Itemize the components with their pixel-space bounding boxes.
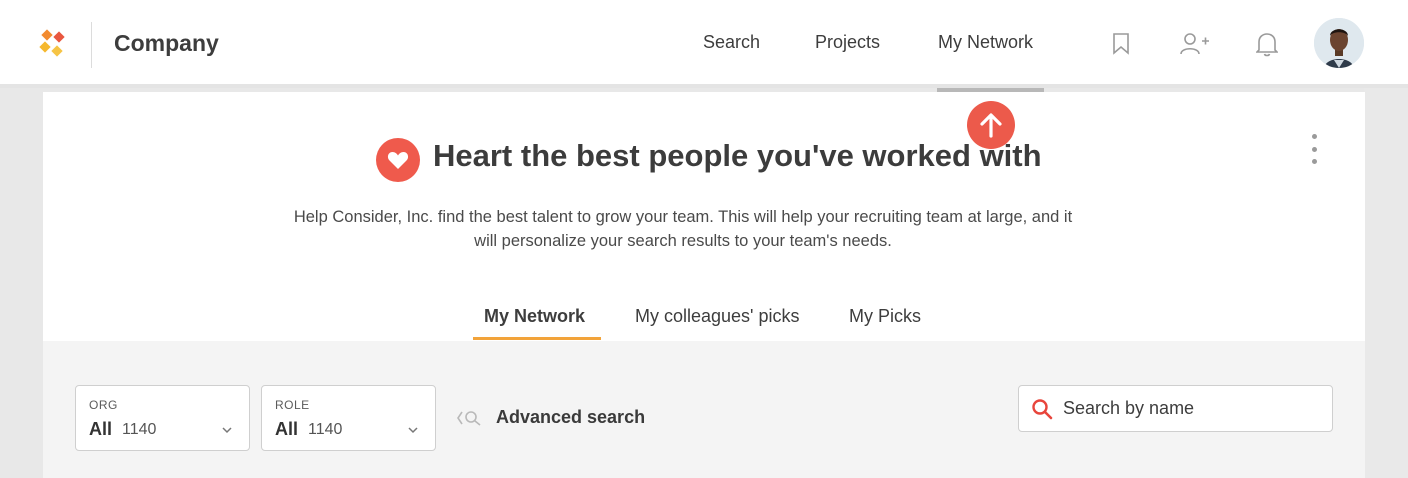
nav-projects[interactable]: Projects [815,32,880,53]
role-select-label: ROLE [275,398,310,412]
search-input[interactable] [1063,398,1313,419]
org-select-label: ORG [89,398,118,412]
advanced-search-label: Advanced search [496,407,646,427]
company-logo[interactable] [38,28,70,60]
advanced-search-toggle[interactable]: Advanced search [456,407,645,428]
tab-my-picks[interactable]: My Picks [849,306,921,327]
org-select[interactable]: ORG All 1140 [75,385,250,451]
role-select[interactable]: ROLE All 1140 [261,385,436,451]
network-card: Heart the best people you've worked with… [43,92,1365,341]
search-icon [1032,398,1053,419]
advanced-search-icon [457,410,481,426]
org-select-count: 1140 [122,421,157,438]
arrow-up-icon [967,101,1015,149]
top-navbar: Company Search Projects My Network [0,0,1408,88]
search-by-name-field[interactable] [1018,385,1333,432]
page-description: Help Consider, Inc. find the best talent… [293,208,1073,250]
nav-my-network[interactable]: My Network [938,32,1033,53]
chevron-down-icon [222,427,232,434]
page-title: Heart the best people you've worked with [433,138,1042,173]
org-select-value: All [89,419,113,439]
tab-my-network[interactable]: My Network [484,306,585,327]
chevron-down-icon [408,427,418,434]
more-options-icon[interactable] [1308,134,1320,164]
page-gutter [1364,88,1408,478]
tab-colleagues-picks[interactable]: My colleagues' picks [635,306,800,327]
active-tab-underline [473,337,601,340]
user-avatar[interactable] [1314,18,1364,68]
role-select-value: All [275,419,299,439]
nav-search[interactable]: Search [703,32,760,53]
heart-icon [376,138,420,182]
brand-name[interactable]: Company [114,30,219,57]
bookmark-icon[interactable] [1106,29,1136,59]
add-user-icon[interactable] [1180,29,1210,59]
filter-bar: ORG All 1140 ROLE All 1140 Advanced sear… [43,341,1365,478]
logo-divider [91,22,92,68]
role-select-count: 1140 [308,421,343,438]
bell-icon[interactable] [1252,29,1282,59]
